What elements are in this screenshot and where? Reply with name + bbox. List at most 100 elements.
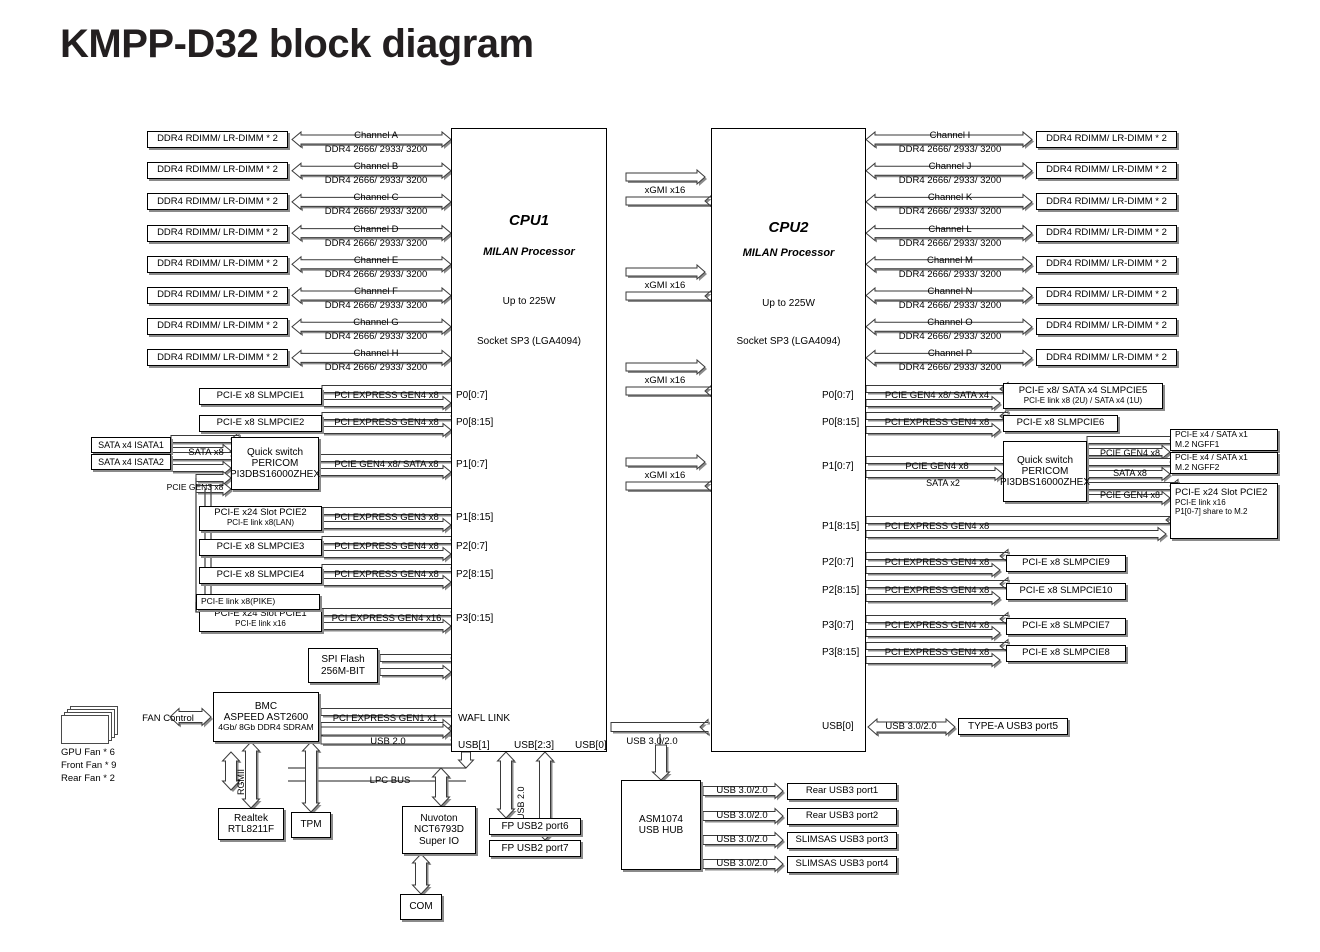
fp-usb2-port7-label: FP USB2 port7: [501, 842, 569, 854]
cpu1-device-6[interactable]: PCI-E x8 SLMPCIE4: [199, 566, 322, 584]
cpu2-block[interactable]: CPU2 MILAN Processor Up to 225W Socket S…: [711, 128, 866, 752]
cpu1-device-1[interactable]: PCI-E x8 SLMPCIE1: [199, 387, 322, 405]
dimm-right-6-label: DDR4 RDIMM/ LR-DIMM * 2: [1046, 289, 1167, 301]
cpu2-device-8[interactable]: PCI-E x8 SLMPCIE8: [1006, 644, 1126, 662]
cpu1-port-3: P1[0:7]: [456, 459, 488, 470]
cpu2-device-7-label: PCI-E x8 SLMPCIE7: [1022, 619, 1110, 631]
dimm-left-2[interactable]: DDR4 RDIMM/ LR-DIMM * 2: [147, 162, 288, 180]
xgmi-label-3: xGMI x16: [644, 375, 686, 386]
type-a-usb3-port5-box[interactable]: TYPE-A USB3 port5: [958, 718, 1068, 735]
cpu2-bus-7: PCI EXPRESS GEN4 x8: [884, 620, 990, 631]
sata-isata2-box[interactable]: SATA x4 ISATA2: [91, 454, 171, 470]
dimm-right-1[interactable]: DDR4 RDIMM/ LR-DIMM * 2: [1036, 131, 1177, 148]
cpu1-device-2[interactable]: PCI-E x8 SLMPCIE2: [199, 414, 322, 432]
cpu1-device-4[interactable]: PCI-E x24 Slot PCIE2 PCI-E link x8(LAN): [199, 505, 322, 531]
cpu2-usb0-label: USB[0]: [822, 721, 854, 732]
fp-usb2-port6-label: FP USB2 port6: [501, 820, 569, 832]
channel-speed-right-2: DDR4 2666/ 2933/ 3200: [898, 175, 1002, 187]
usb-hub-port-1[interactable]: Rear USB3 port1: [787, 783, 897, 800]
fp-usb2-port6-box[interactable]: FP USB2 port6: [489, 818, 581, 835]
cpu1-usb1-label: USB[1]: [458, 740, 490, 751]
sata-isata1-box[interactable]: SATA x4 ISATA1: [91, 437, 171, 453]
dimm-left-5-label: DDR4 RDIMM/ LR-DIMM * 2: [157, 257, 278, 269]
dimm-left-5[interactable]: DDR4 RDIMM/ LR-DIMM * 2: [147, 255, 288, 273]
cpu2-device-6[interactable]: PCI-E x8 SLMPCIE10: [1006, 582, 1126, 600]
realtek-line1: Realtek: [234, 812, 268, 824]
dimm-left-6-label: DDR4 RDIMM/ LR-DIMM * 2: [157, 289, 278, 301]
cpu1-device-6-label: PCI-E x8 SLMPCIE4: [216, 568, 305, 580]
realtek-line2: RTL8211F: [227, 824, 275, 835]
cpu2-device-1[interactable]: PCI-E x8/ SATA x4 SLMPCIE5 PCI-E link x8 …: [1003, 383, 1163, 409]
usb-hub-port-3-label: SLIMSAS USB3 port3: [795, 834, 889, 846]
dimm-right-6[interactable]: DDR4 RDIMM/ LR-DIMM * 2: [1036, 287, 1177, 304]
dimm-right-4[interactable]: DDR4 RDIMM/ LR-DIMM * 2: [1036, 224, 1177, 242]
realtek-phy-box[interactable]: Realtek RTL8211F: [218, 808, 284, 840]
dimm-left-7[interactable]: DDR4 RDIMM/ LR-DIMM * 2: [147, 318, 288, 336]
channel-label-right-4: Channel L: [928, 223, 972, 235]
cpu2-device-2-label: PCI-E x8 SLMPCIE6: [1016, 416, 1105, 428]
spi-flash-box[interactable]: SPI Flash 256M-BIT: [308, 648, 378, 683]
channel-label-left-8: Channel H: [353, 348, 399, 360]
xgmi-label-1: xGMI x16: [644, 185, 686, 196]
cpu1-device-5[interactable]: PCI-E x8 SLMPCIE3: [199, 538, 322, 556]
cpu2-device-2[interactable]: PCI-E x8 SLMPCIE6: [1003, 414, 1118, 432]
m2-ngff2-box[interactable]: PCI-E x4 / SATA x1 M.2 NGFF2: [1170, 452, 1278, 474]
dimm-left-8[interactable]: DDR4 RDIMM/ LR-DIMM * 2: [147, 349, 288, 367]
usb-hub-port-3[interactable]: SLIMSAS USB3 port3: [787, 832, 897, 849]
dimm-right-2[interactable]: DDR4 RDIMM/ LR-DIMM * 2: [1036, 162, 1177, 180]
channel-speed-left-2: DDR4 2666/ 2933/ 3200: [324, 175, 428, 187]
m2-ngff1-box[interactable]: PCI-E x4 / SATA x1 M.2 NGFF1: [1170, 429, 1278, 451]
spi-flash-line2: 256M-BIT: [321, 665, 365, 677]
usb-hub-port-4[interactable]: SLIMSAS USB3 port4: [787, 856, 897, 873]
bmc-line1: BMC: [254, 701, 278, 713]
cpu2-device-7[interactable]: PCI-E x8 SLMPCIE7: [1006, 617, 1126, 635]
dimm-right-5[interactable]: DDR4 RDIMM/ LR-DIMM * 2: [1036, 255, 1177, 273]
fan-note-1: GPU Fan * 6: [61, 747, 115, 758]
bmc-block[interactable]: BMC ASPEED AST2600 4Gb/ 8Gb DDR4 SDRAM: [213, 692, 319, 742]
dimm-left-3[interactable]: DDR4 RDIMM/ LR-DIMM * 2: [147, 193, 288, 211]
dimm-left-8-label: DDR4 RDIMM/ LR-DIMM * 2: [157, 351, 278, 363]
dimm-right-7[interactable]: DDR4 RDIMM/ LR-DIMM * 2: [1036, 318, 1177, 336]
qs2-line2: PERICOM: [1021, 465, 1069, 477]
channel-speed-left-7: DDR4 2666/ 2933/ 3200: [324, 331, 428, 343]
qs1-line2: PERICOM: [251, 457, 299, 469]
pike-link-label: PCI-E link x8(PIKE): [201, 596, 276, 607]
dimm-left-2-label: DDR4 RDIMM/ LR-DIMM * 2: [157, 164, 278, 176]
cpu1-port-5: P2[0:7]: [456, 541, 488, 552]
dimm-left-1-label: DDR4 RDIMM/ LR-DIMM * 2: [157, 133, 278, 145]
tpm-box[interactable]: TPM: [291, 812, 331, 838]
block-diagram-canvas: KMPP-D32 block diagram .ar{fill:#fff;str…: [0, 0, 1320, 952]
super-io-box[interactable]: Nuvoton NCT6793D Super IO: [402, 806, 476, 854]
cpu1-device-7[interactable]: PCI-E x24 Slot PCIE1 PCI-E link x16: [199, 606, 322, 632]
usb-hub-box[interactable]: ASM1074 USB HUB: [621, 780, 701, 870]
cpu1-bus-1: PCI EXPRESS GEN4 x8: [334, 390, 439, 401]
dimm-left-4[interactable]: DDR4 RDIMM/ LR-DIMM * 2: [147, 224, 288, 242]
qs2-out-sata-label: SATA x8: [1113, 468, 1147, 478]
qs2-out-top-label: PCIE GEN4 x8: [1099, 448, 1161, 458]
channel-speed-right-6: DDR4 2666/ 2933/ 3200: [898, 300, 1002, 311]
cpu2-device-5[interactable]: PCI-E x8 SLMPCIE9: [1006, 554, 1126, 572]
cpu2-quick-switch[interactable]: Quick switch PERICOM PI3DBS16000ZHEX: [1000, 441, 1090, 502]
channel-speed-left-5: DDR4 2666/ 2933/ 3200: [324, 268, 428, 280]
fp-usb2-port7-box[interactable]: FP USB2 port7: [489, 840, 581, 857]
dimm-right-8[interactable]: DDR4 RDIMM/ LR-DIMM * 2: [1036, 349, 1177, 367]
dimm-left-6[interactable]: DDR4 RDIMM/ LR-DIMM * 2: [147, 287, 288, 304]
usb-hub-port-2[interactable]: Rear USB3 port2: [787, 808, 897, 825]
cpu1-block[interactable]: CPU1 MILAN Processor Up to 225W Socket S…: [451, 128, 607, 752]
pcie2-slot-cpu2-box[interactable]: PCI-E x24 Slot PCIE2 PCI-E link x16 P1[0…: [1170, 483, 1278, 539]
dimm-left-4-label: DDR4 RDIMM/ LR-DIMM * 2: [157, 226, 278, 238]
dimm-left-1[interactable]: DDR4 RDIMM/ LR-DIMM * 2: [147, 131, 288, 148]
bmc-usb-bus-label: USB 2.0: [370, 736, 406, 747]
pike-link-box[interactable]: PCI-E link x8(PIKE): [196, 594, 320, 610]
usb-hub-line1: ASM1074: [639, 813, 683, 825]
usb-hub-port-2-label: Rear USB3 port2: [805, 810, 879, 822]
cpu1-bus-2: PCI EXPRESS GEN4 x8: [334, 417, 439, 428]
cpu2-device-8-label: PCI-E x8 SLMPCIE8: [1022, 646, 1110, 658]
cpu2-bus-8: PCI EXPRESS GEN4 x8: [884, 647, 990, 658]
dimm-right-3[interactable]: DDR4 RDIMM/ LR-DIMM * 2: [1036, 193, 1177, 211]
fan-note-3: Rear Fan * 2: [61, 772, 115, 784]
com-port-box[interactable]: COM: [400, 894, 442, 920]
usb-hub-out-bus-2: USB 3.0/2.0: [716, 810, 768, 821]
cpu2-port-4: P1[8:15]: [822, 521, 860, 532]
cpu1-quick-switch[interactable]: Quick switch PERICOM PI3DBS16000ZHEX: [230, 437, 320, 490]
